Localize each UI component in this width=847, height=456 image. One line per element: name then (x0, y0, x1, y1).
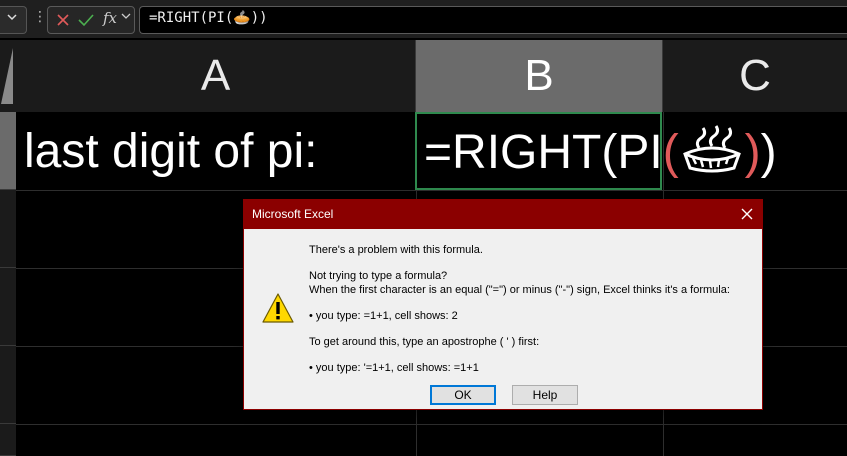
row-header-2[interactable] (0, 190, 16, 268)
dialog-message-line: Not trying to type a formula? (309, 270, 448, 282)
dialog-title-bar[interactable]: Microsoft Excel (244, 200, 762, 229)
cell-a1[interactable]: last digit of pi: (24, 124, 317, 179)
row-header-4[interactable] (0, 346, 16, 424)
row-header-5[interactable] (0, 424, 16, 456)
warning-icon (261, 292, 295, 328)
gridline (16, 424, 847, 425)
help-button[interactable]: Help (512, 385, 578, 405)
formula-prefix: =RIGHT(PI (424, 126, 663, 179)
cell-b1-formula[interactable]: =RIGHT(PI( )) (424, 124, 777, 186)
column-header-b[interactable]: B (416, 40, 663, 112)
gridline (16, 190, 847, 191)
formula-buttons: fx (47, 6, 135, 34)
column-header-a[interactable]: A (16, 40, 416, 112)
formula-input[interactable]: =RIGHT(PI(🥧)) (139, 6, 847, 34)
dialog-message-line: When the first character is an equal ("=… (309, 284, 730, 296)
row-header-3[interactable] (0, 268, 16, 346)
dialog-message-line: To get around this, type an apostrophe (… (309, 336, 540, 348)
row-header-1[interactable] (0, 112, 16, 190)
close-paren-red: ) (744, 126, 761, 179)
cancel-icon[interactable] (56, 12, 70, 31)
dialog-message-line: There's a problem with this formula. (309, 244, 483, 256)
column-header-c[interactable]: C (663, 40, 847, 112)
enter-check-icon[interactable] (78, 12, 94, 31)
pie-icon (679, 124, 745, 186)
dialog-message-line: • you type: '=1+1, cell shows: =1+1 (309, 362, 479, 374)
dialog-title: Microsoft Excel (252, 207, 334, 221)
select-all-corner[interactable] (0, 40, 16, 112)
insert-function-button[interactable]: fx (103, 9, 117, 27)
ok-button[interactable]: OK (430, 385, 496, 405)
formula-bar: ⋮ fx =RIGHT(PI(🥧)) (0, 0, 847, 38)
chevron-down-icon (6, 11, 18, 26)
dialog-message-line: • you type: =1+1, cell shows: 2 (309, 310, 458, 322)
name-box-dropdown[interactable] (0, 6, 27, 34)
formula-text: =RIGHT(PI(🥧)) (149, 10, 268, 26)
error-dialog: Microsoft Excel There's a problem with t… (243, 199, 763, 410)
close-icon[interactable] (738, 205, 756, 223)
more-options-icon[interactable]: ⋮ (33, 9, 47, 25)
open-paren: ( (662, 126, 679, 179)
chevron-down-icon[interactable] (121, 11, 131, 24)
close-paren: ) (760, 126, 777, 179)
